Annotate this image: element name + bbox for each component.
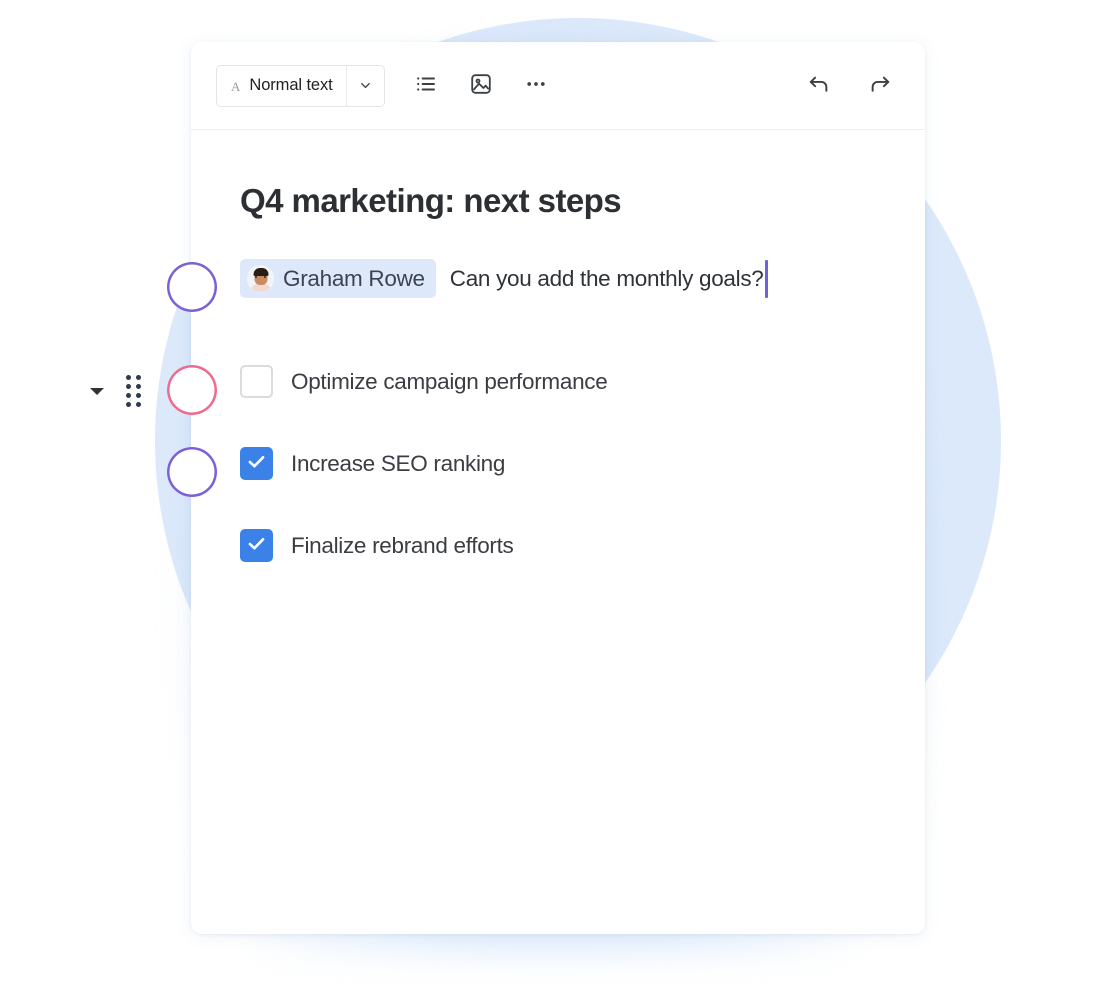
task-row[interactable]: Finalize rebrand efforts	[191, 523, 925, 569]
ellipsis-icon	[524, 72, 548, 99]
toolbar-history-group	[800, 67, 899, 105]
text-style-label: Normal text	[249, 76, 333, 94]
image-icon	[469, 72, 493, 99]
task-label: Finalize rebrand efforts	[291, 532, 514, 558]
screenshot-stage: A Normal text Q4 marketing: next steps G…	[0, 0, 1104, 1006]
mention-chip[interactable]: Graham Rowe	[240, 259, 436, 299]
document-body: Q4 marketing: next steps Graham Rowe Can…	[191, 130, 925, 569]
bulleted-list-button[interactable]	[407, 67, 445, 105]
task-checkbox[interactable]	[240, 447, 273, 481]
redo-button[interactable]	[861, 67, 899, 105]
text-style-selector[interactable]: A Normal text	[216, 64, 385, 107]
avatar-task-optimize[interactable]	[167, 365, 217, 415]
insert-image-button[interactable]	[462, 67, 500, 105]
checkmark-icon	[246, 451, 267, 477]
avatar-face	[247, 265, 274, 293]
undo-button[interactable]	[800, 67, 838, 105]
bulleted-list-icon	[414, 72, 438, 99]
mention-text: Can you add the monthly goals?	[449, 265, 764, 291]
task-row[interactable]: Optimize campaign performance	[191, 359, 925, 405]
editor-toolbar: A Normal text	[191, 42, 925, 130]
text-style-selector-main[interactable]: A Normal text	[217, 66, 346, 106]
mention-row[interactable]: Graham Rowe Can you add the monthly goal…	[191, 256, 925, 302]
drag-handle-dots-icon[interactable]	[126, 375, 141, 407]
task-row[interactable]: Increase SEO ranking	[191, 441, 925, 487]
text-style-a-icon: A	[231, 78, 241, 94]
task-label: Optimize campaign performance	[291, 368, 608, 394]
undo-arrow-icon	[806, 71, 832, 100]
avatar-task-seo[interactable]	[167, 447, 217, 497]
document-rows: Graham Rowe Can you add the monthly goal…	[191, 256, 925, 569]
task-checkbox[interactable]	[240, 529, 273, 563]
redo-arrow-icon	[867, 71, 893, 100]
checkmark-icon	[246, 533, 267, 559]
task-label: Increase SEO ranking	[291, 450, 506, 476]
more-options-button[interactable]	[517, 67, 555, 105]
task-checkbox[interactable]	[240, 365, 273, 399]
mention-avatar	[247, 265, 274, 293]
chevron-down-icon[interactable]	[345, 65, 384, 106]
mention-name: Graham Rowe	[283, 265, 425, 291]
document-editor-card: A Normal text Q4 marketing: next steps G…	[191, 42, 925, 934]
avatar-mention-author[interactable]	[167, 262, 217, 312]
caret-down-icon	[90, 387, 104, 395]
collapse-block-button[interactable]	[88, 382, 106, 400]
text-cursor	[765, 259, 769, 298]
page-title: Q4 marketing: next steps	[240, 182, 622, 219]
